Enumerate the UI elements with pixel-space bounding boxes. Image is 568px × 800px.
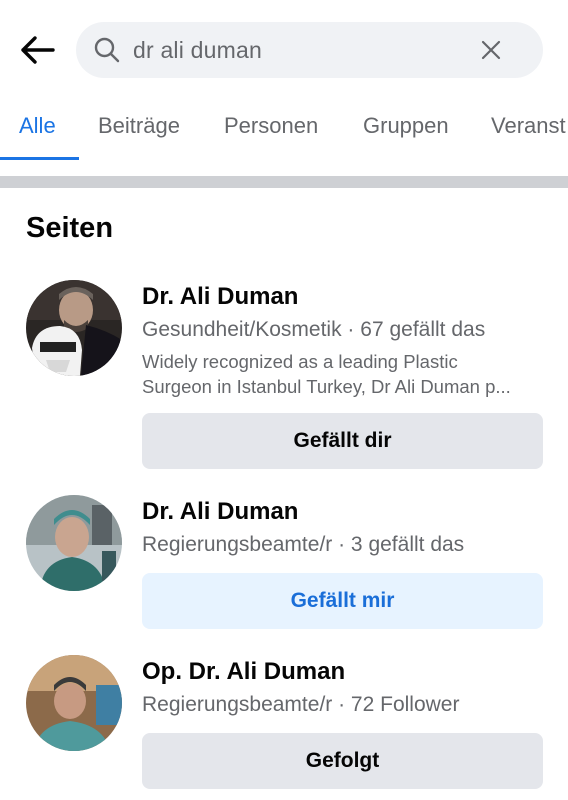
tab-veranstaltungen[interactable]: Veranst [491, 100, 566, 158]
profile-photo [26, 495, 122, 591]
result-name[interactable]: Dr. Ali Duman [142, 498, 298, 526]
avatar[interactable] [26, 495, 122, 591]
like-button[interactable]: Gefällt mir [142, 573, 543, 629]
section-title: Seiten [26, 212, 114, 244]
tab-personen[interactable]: Personen [224, 100, 318, 158]
section-divider [0, 176, 568, 188]
search-header: dr ali duman [0, 0, 568, 100]
profile-photo [26, 280, 122, 376]
close-icon[interactable] [479, 38, 503, 62]
description-line: Widely recognized as a leading Plastic [142, 351, 458, 372]
avatar[interactable] [26, 655, 122, 751]
arrow-left-icon [21, 36, 55, 64]
like-button[interactable]: Gefällt dir [142, 413, 543, 469]
search-input[interactable]: dr ali duman [76, 22, 543, 78]
tab-gruppen[interactable]: Gruppen [363, 100, 449, 158]
filter-tabs: Alle Beiträge Personen Gruppen Veranst [0, 100, 568, 162]
following-button[interactable]: Gefolgt [142, 733, 543, 789]
back-button[interactable] [14, 30, 60, 70]
avatar[interactable] [26, 280, 122, 376]
result-name[interactable]: Op. Dr. Ali Duman [142, 658, 345, 686]
result-category: Gesundheit/Kosmetik · 67 gefällt das [142, 318, 486, 341]
profile-photo [26, 655, 122, 751]
tab-alle[interactable]: Alle [19, 100, 56, 158]
result-name[interactable]: Dr. Ali Duman [142, 283, 298, 311]
search-icon [94, 37, 120, 63]
active-tab-indicator [0, 157, 79, 160]
result-description: Widely recognized as a leading Plastic S… [142, 349, 546, 399]
result-category: Regierungsbeamte/r · 3 gefällt das [142, 533, 465, 556]
result-category: Regierungsbeamte/r · 72 Follower [142, 693, 460, 716]
tab-beitraege[interactable]: Beiträge [98, 100, 180, 158]
search-query[interactable]: dr ali duman [133, 22, 262, 78]
description-line: Surgeon in Istanbul Turkey, Dr Ali Duman… [142, 376, 511, 397]
